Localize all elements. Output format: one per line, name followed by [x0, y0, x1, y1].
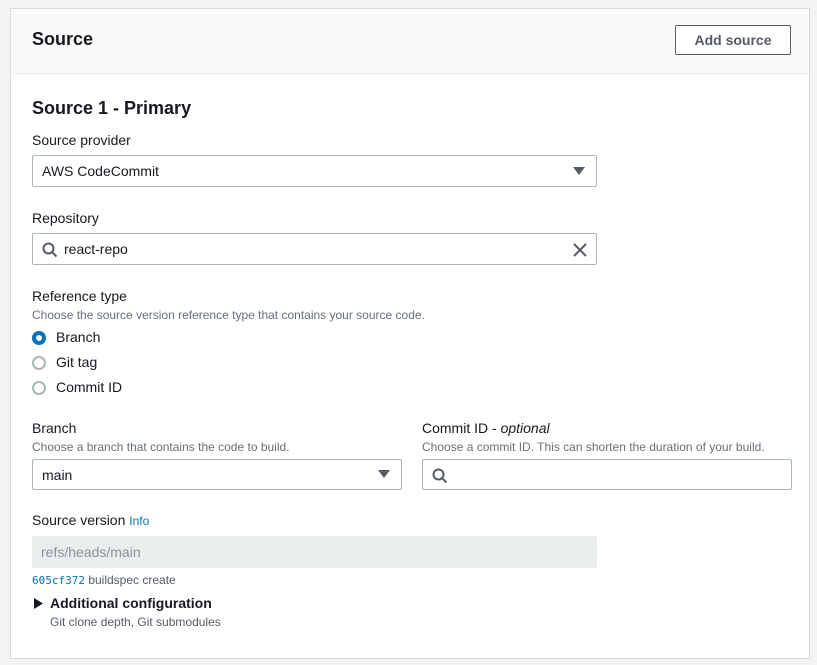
additional-configuration-description: Git clone depth, Git submodules: [50, 615, 221, 629]
source-version-input: refs/heads/main: [32, 536, 597, 568]
reference-type-label: Reference type: [32, 288, 127, 304]
commit-id-separator: -: [492, 420, 501, 436]
radio-commit-id-label[interactable]: Commit ID: [56, 379, 122, 395]
source-version-label-text: Source version: [32, 512, 126, 528]
commit-id-label-text: Commit ID: [422, 420, 489, 436]
additional-configuration-label[interactable]: Additional configuration: [50, 595, 212, 611]
commit-message: buildspec create: [88, 573, 176, 587]
repository-value: react-repo: [64, 241, 128, 257]
commit-id-label: Commit ID - optional: [422, 420, 550, 436]
commit-id-search-input[interactable]: [422, 459, 792, 490]
caret-down-icon: [573, 167, 585, 175]
additional-configuration-toggle[interactable]: Additional configuration: [32, 594, 232, 614]
radio-git-tag-label[interactable]: Git tag: [56, 354, 97, 370]
optional-marker: optional: [500, 420, 550, 436]
search-icon: [432, 468, 448, 484]
commit-info: 605cf372 buildspec create: [32, 573, 176, 587]
radio-git-tag[interactable]: [32, 356, 46, 370]
commit-id-description: Choose a commit ID. This can shorten the…: [422, 440, 765, 454]
info-link[interactable]: Info: [129, 514, 149, 528]
reference-type-description: Choose the source version reference type…: [32, 308, 425, 322]
source-provider-select[interactable]: AWS CodeCommit: [32, 155, 597, 187]
add-source-button[interactable]: Add source: [675, 25, 791, 55]
caret-right-icon: [34, 598, 43, 609]
source-provider-value: AWS CodeCommit: [42, 163, 159, 179]
clear-icon[interactable]: [573, 243, 587, 257]
radio-commit-id[interactable]: [32, 381, 46, 395]
branch-select[interactable]: main: [32, 459, 402, 490]
branch-description: Choose a branch that contains the code t…: [32, 440, 290, 454]
repository-search-input[interactable]: react-repo: [32, 233, 597, 265]
source-panel: Source Add source Source 1 - Primary Sou…: [10, 8, 810, 659]
source-provider-label: Source provider: [32, 132, 131, 148]
commit-hash-link[interactable]: 605cf372: [32, 574, 85, 587]
source-version-label: Source version Info: [32, 512, 149, 528]
branch-value: main: [42, 466, 73, 483]
repository-label: Repository: [32, 210, 99, 226]
caret-down-icon: [378, 470, 390, 478]
primary-source-title: Source 1 - Primary: [32, 98, 192, 118]
branch-label: Branch: [32, 420, 77, 436]
radio-branch-label[interactable]: Branch: [56, 329, 100, 345]
radio-branch[interactable]: [32, 331, 46, 345]
panel-header: Source Add source: [11, 9, 809, 74]
panel-title: Source: [32, 29, 94, 49]
search-icon: [42, 242, 58, 258]
